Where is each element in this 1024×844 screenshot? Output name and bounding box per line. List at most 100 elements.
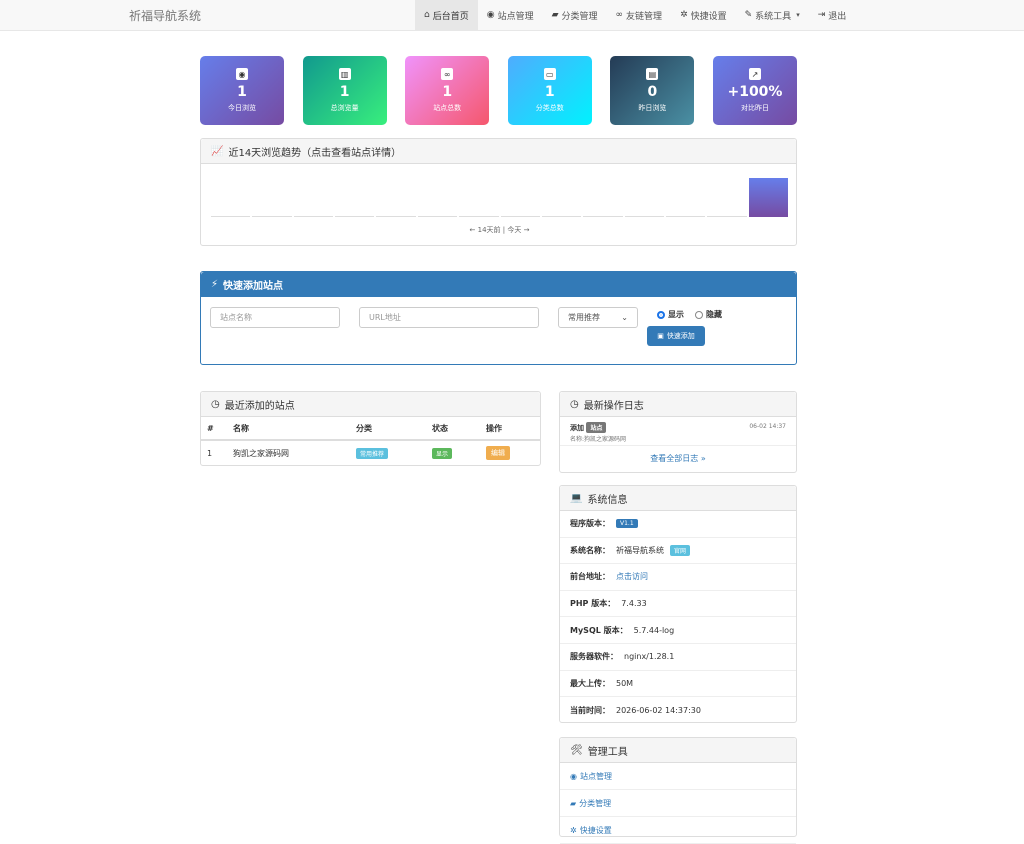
brand-title[interactable]: 祈福导航系统 <box>129 7 201 24</box>
trend-bar[interactable] <box>500 216 540 217</box>
trend-title: 近14天浏览趋势（点击查看站点详情） <box>228 147 402 159</box>
trend-icon: ↗ <box>748 68 761 80</box>
edit-button[interactable]: 编辑 <box>486 446 510 460</box>
nav-home[interactable]: ⌂ 后台首页 <box>415 0 478 30</box>
version-badge: V1.1 <box>616 519 638 529</box>
log-detail: 名称:狗凯之家源码网 <box>570 436 627 443</box>
main-nav: ⌂ 后台首页 ◉ 站点管理 ▰ 分类管理 ∞ 友链管理 ✲ 快捷设置 ✎ 系统工具 ▾ ⇥ 退出 <box>415 0 855 30</box>
quick-add-header: ⚡ 快速添加站点 <box>201 272 796 297</box>
recent-sites-table: # 名称 分类 状态 操作 1 狗凯之家源码网 常用推荐 显示 编辑 <box>201 417 540 465</box>
info-frontend: 前台地址： 点击访问 <box>560 564 796 591</box>
stat-card-today: ◉ 1 今日浏览 <box>200 56 284 125</box>
category-select[interactable]: 常用推荐 ⌄ <box>558 307 638 328</box>
log-action: 添加 <box>570 424 584 432</box>
system-info-panel: 💻 系统信息 程序版本： V1.1 系统名称： 祈福导航系统 官网 前台地址： 点击访问 … <box>559 485 797 723</box>
save-icon: ▣ <box>657 332 664 340</box>
chart-icon: 📈 <box>211 145 224 157</box>
trend-bars <box>211 177 789 217</box>
trend-bar[interactable] <box>293 216 334 217</box>
trend-bar[interactable] <box>417 216 458 217</box>
status-badge: 显示 <box>432 447 453 459</box>
bar-chart-icon: ▥ <box>338 68 351 80</box>
globe-icon: ◉ <box>486 10 495 20</box>
view-all-logs-link[interactable]: 查看全部日志 » <box>560 446 796 464</box>
col-num: # <box>201 417 227 441</box>
trend-bar[interactable] <box>583 216 623 217</box>
link-icon: ∞ <box>615 10 624 20</box>
stat-label: 分类总数 <box>535 104 564 112</box>
site-url-input[interactable]: URL地址 <box>359 307 539 328</box>
folder-open-icon: ▰ <box>551 10 559 20</box>
lightning-icon: ⚡ <box>211 278 219 290</box>
stat-card-compare: ↗ +100% 对比昨日 <box>712 56 797 125</box>
stat-card-yesterday: ▤ 0 昨日浏览 <box>610 56 695 125</box>
trend-bar[interactable] <box>211 216 251 217</box>
tools-panel: 🛠 管理工具 ◉ 站点管理 ▰ 分类管理 ✲ 快捷设置 <box>559 737 797 844</box>
trend-bar[interactable] <box>624 216 664 217</box>
official-site-badge[interactable]: 官网 <box>670 544 691 556</box>
stat-value: 1 <box>544 84 555 100</box>
col-action: 操作 <box>480 417 540 441</box>
site-name-input[interactable]: 站点名称 <box>210 307 340 328</box>
trend-bar[interactable] <box>376 216 416 217</box>
nav-sites[interactable]: ◉ 站点管理 <box>478 0 543 30</box>
logs-title: 最新操作日志 <box>583 400 644 412</box>
trend-bar[interactable] <box>459 216 499 217</box>
top-navbar: 祈福导航系统 ⌂ 后台首页 ◉ 站点管理 ▰ 分类管理 ∞ 友链管理 ✲ 快捷设置 ✎ 系统… <box>0 0 1024 31</box>
trend-bar[interactable] <box>748 178 789 217</box>
trend-panel-header: 📈 近14天浏览趋势（点击查看站点详情） <box>201 139 796 164</box>
stat-value: +100% <box>727 84 783 100</box>
stat-value: 1 <box>339 84 350 100</box>
nav-links[interactable]: ∞ 友链管理 <box>607 0 672 30</box>
laptop-icon: 💻 <box>570 492 583 504</box>
stat-value: 1 <box>237 84 247 100</box>
stat-label: 总浏览量 <box>330 104 359 112</box>
tools-header: 🛠 管理工具 <box>560 738 796 763</box>
frontend-link[interactable]: 点击访问 <box>616 571 648 582</box>
stat-card-sites: ∞ 1 站点总数 <box>405 56 490 125</box>
system-info-title: 系统信息 <box>587 494 628 506</box>
info-system-name: 系统名称： 祈福导航系统 官网 <box>560 538 796 565</box>
log-item: 添加 站点 名称:狗凯之家源码网 06-02 14:37 <box>560 417 796 446</box>
stat-value: 0 <box>647 84 658 100</box>
tools-title: 管理工具 <box>587 746 628 758</box>
radio-show[interactable]: 显示 <box>657 309 684 320</box>
trend-bar[interactable] <box>707 216 747 217</box>
trend-bar[interactable] <box>335 216 375 217</box>
nav-system-tools[interactable]: ✎ 系统工具 ▾ <box>736 0 809 30</box>
logs-header: ◷ 最新操作日志 <box>560 392 796 417</box>
tool-quick-settings[interactable]: ✲ 快捷设置 <box>560 817 796 844</box>
info-version: 程序版本： V1.1 <box>560 511 796 538</box>
info-php: PHP 版本： 7.4.33 <box>560 591 796 618</box>
recent-sites-header: ◷ 最近添加的站点 <box>201 392 540 417</box>
system-info-header: 💻 系统信息 <box>560 486 796 511</box>
radio-hide[interactable]: 隐藏 <box>695 309 722 320</box>
stat-label: 对比昨日 <box>740 104 769 112</box>
link-icon: ∞ <box>441 68 454 80</box>
quick-add-button[interactable]: ▣ 快速添加 <box>647 326 705 346</box>
calendar-icon: ▤ <box>646 68 659 80</box>
trend-caption: ← 14天前 | 今天 → <box>469 226 530 234</box>
nav-logout[interactable]: ⇥ 退出 <box>809 0 856 30</box>
nav-quick-settings[interactable]: ✲ 快捷设置 <box>671 0 736 30</box>
log-tag: 站点 <box>586 422 607 433</box>
radio-dot-checked <box>657 310 665 319</box>
chevron-down-icon: ⌄ <box>621 313 628 322</box>
info-server: 服务器软件： nginx/1.28.1 <box>560 644 796 671</box>
info-mysql: MySQL 版本： 5.7.44-log <box>560 617 796 644</box>
home-icon: ⌂ <box>424 10 430 20</box>
trend-bar[interactable] <box>541 216 582 217</box>
nav-categories[interactable]: ▰ 分类管理 <box>543 0 607 30</box>
recent-sites-panel: ◷ 最近添加的站点 # 名称 分类 状态 操作 1 狗凯之家源码网 常用推荐 显示… <box>200 391 541 466</box>
recent-sites-title: 最近添加的站点 <box>224 400 295 412</box>
table-row: 1 狗凯之家源码网 常用推荐 显示 编辑 <box>201 440 540 465</box>
trend-panel: 📈 近14天浏览趋势（点击查看站点详情） ← 14天前 | 今天 → <box>200 138 797 246</box>
trend-bar[interactable] <box>252 216 292 217</box>
col-category: 分类 <box>350 417 426 441</box>
tool-category-manage[interactable]: ▰ 分类管理 <box>560 790 796 817</box>
clock-icon: ◷ <box>211 398 220 410</box>
tool-site-manage[interactable]: ◉ 站点管理 <box>560 763 796 790</box>
logs-panel: ◷ 最新操作日志 添加 站点 名称:狗凯之家源码网 06-02 14:37 查看全… <box>559 391 797 473</box>
trend-bar[interactable] <box>665 216 706 217</box>
stats-row: ◉ 1 今日浏览 ▥ 1 总浏览量 ∞ 1 站点总数 ▭ 1 分类总数 ▤ 0 昨日浏览 ↗ +100… <box>200 56 797 125</box>
